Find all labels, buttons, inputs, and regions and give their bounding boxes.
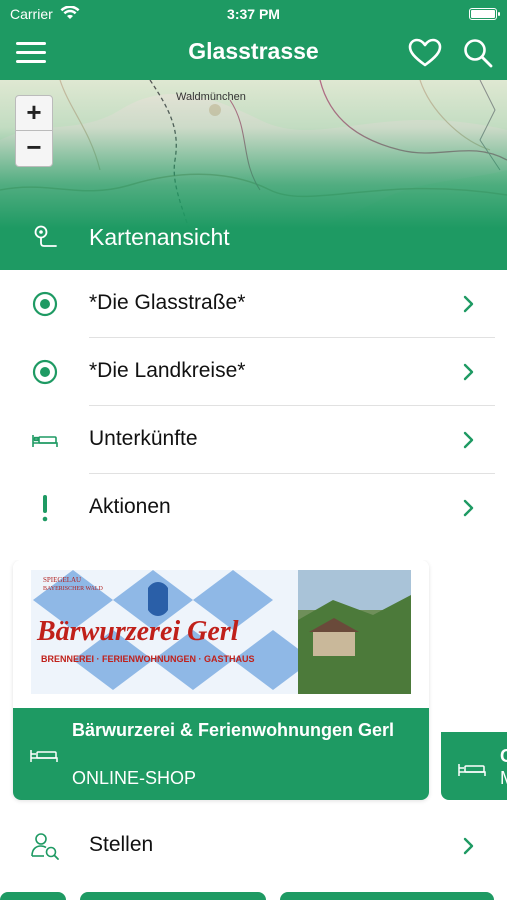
bed-icon <box>32 435 58 447</box>
map-view-link[interactable]: Kartenansicht <box>0 218 507 270</box>
card-title: Bärwurzerei & Ferienwohnungen Gerl <box>72 720 395 740</box>
list-item-label: Aktionen <box>89 495 171 518</box>
chevron-right-icon <box>463 363 474 381</box>
search-icon[interactable] <box>462 38 494 68</box>
bottom-tile[interactable] <box>0 892 66 900</box>
svg-text:BRENNEREI · FERIENWOHNUNGEN ·: BRENNEREI · FERIENWOHNUNGEN · GASTHAUS <box>41 654 255 664</box>
card-footer: Bärwurzerei & Ferienwohnungen Gerl ONLIN… <box>13 708 429 800</box>
svg-text:SPIEGELAU: SPIEGELAU <box>43 576 81 584</box>
svg-text:BAYERISCHER WALD: BAYERISCHER WALD <box>43 586 104 592</box>
zoom-in-button[interactable]: + <box>16 96 52 131</box>
bottom-tile[interactable] <box>80 892 266 900</box>
list-item-label: Unterkünfte <box>89 427 198 450</box>
business-logo: SPIEGELAU BAYERISCHER WALD Bärwurzerei G… <box>13 560 429 708</box>
list-item-stellen[interactable]: Stellen <box>0 812 507 880</box>
radio-dot-icon <box>32 291 58 317</box>
svg-text:Bärwurzerei Gerl: Bärwurzerei Gerl <box>36 616 239 647</box>
list-item[interactable]: *Die Landkreise* <box>0 338 507 406</box>
card-title: C <box>500 746 507 766</box>
card-footer: C M <box>441 732 507 800</box>
list-item[interactable]: Unterkünfte <box>0 406 507 474</box>
card-subtitle: ONLINE-SHOP <box>72 768 197 788</box>
list-item-label: *Die Landkreise* <box>89 359 246 382</box>
radio-dot-icon <box>32 359 58 385</box>
bed-icon <box>30 750 58 762</box>
card-carousel[interactable]: SPIEGELAU BAYERISCHER WALD Bärwurzerei G… <box>0 560 507 805</box>
person-search-icon <box>31 833 59 860</box>
navigation-bar: Carrier 3:37 PM Glasstrasse <box>0 0 507 80</box>
status-bar: Carrier 3:37 PM <box>0 0 507 28</box>
card-subtitle: M <box>500 768 507 789</box>
map-pin-icon <box>34 225 57 247</box>
listing-card[interactable]: C M <box>441 560 507 800</box>
map-preview[interactable]: Waldmünchen + − Kartenansicht <box>0 80 507 270</box>
card-image <box>441 560 507 708</box>
battery-icon <box>469 8 500 20</box>
list-item-label: Stellen <box>89 833 154 856</box>
bed-icon <box>458 764 486 776</box>
map-view-label: Kartenansicht <box>89 224 230 250</box>
chevron-right-icon <box>463 837 474 855</box>
chevron-right-icon <box>463 431 474 449</box>
chevron-right-icon <box>463 499 474 517</box>
chevron-right-icon <box>463 295 474 313</box>
exclamation-icon <box>42 495 48 522</box>
bottom-tile[interactable] <box>280 892 494 900</box>
clock: 3:37 PM <box>227 6 280 22</box>
list-item[interactable]: *Die Glasstraße* <box>0 270 507 338</box>
listing-card[interactable]: SPIEGELAU BAYERISCHER WALD Bärwurzerei G… <box>13 560 429 800</box>
map-zoom-control: + − <box>15 95 53 167</box>
map-town-label: Waldmünchen <box>176 91 246 103</box>
list-item-label: *Die Glasstraße* <box>89 291 246 314</box>
list-item[interactable]: Aktionen <box>0 474 507 542</box>
card-image: SPIEGELAU BAYERISCHER WALD Bärwurzerei G… <box>13 560 429 708</box>
heart-icon[interactable] <box>408 38 442 68</box>
zoom-out-button[interactable]: − <box>16 131 52 166</box>
